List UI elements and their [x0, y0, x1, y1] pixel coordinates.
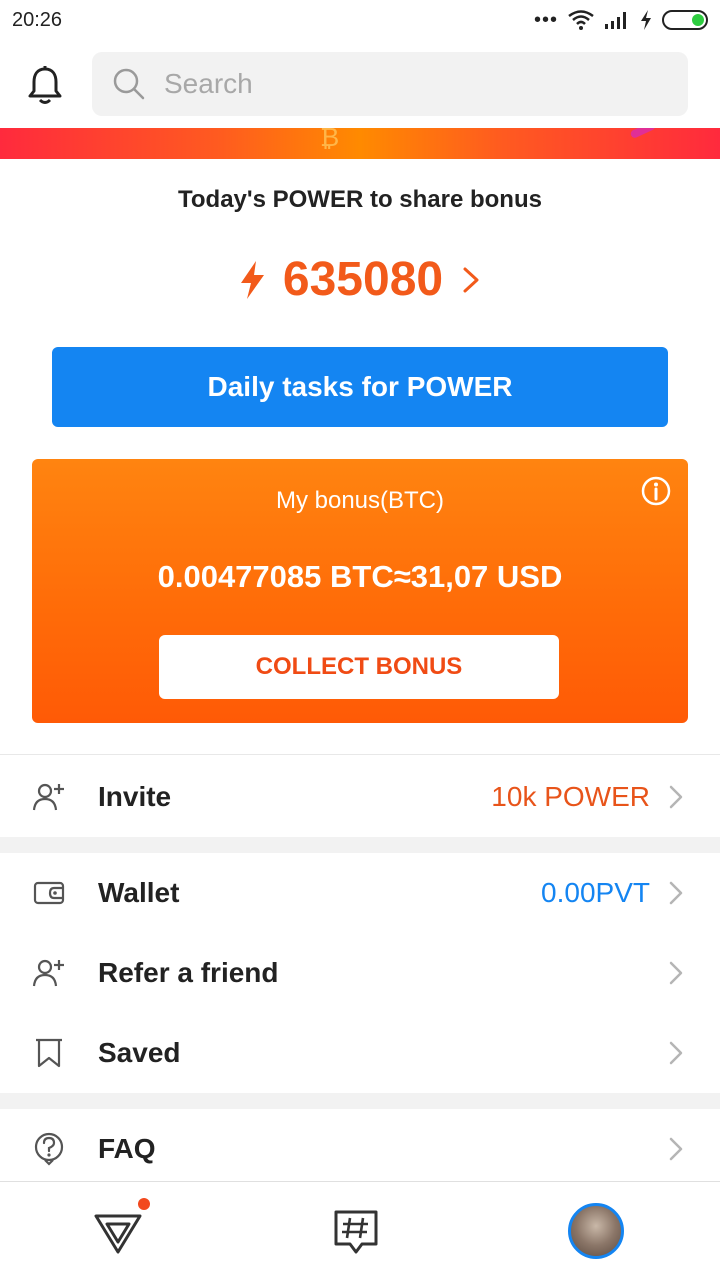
faq-label: FAQ — [98, 1133, 156, 1164]
avatar[interactable] — [568, 1203, 624, 1259]
search-placeholder: Search — [164, 68, 253, 99]
home-icon[interactable] — [90, 1204, 146, 1260]
bookmark-icon — [36, 1038, 62, 1068]
hashtag-icon[interactable] — [328, 1204, 384, 1260]
divider — [0, 754, 720, 755]
chevron-right-icon — [669, 961, 683, 985]
add-user-icon — [32, 959, 64, 987]
refer-friend-label: Refer a friend — [98, 957, 279, 988]
invite-label: Invite — [98, 781, 172, 812]
charging-icon — [641, 10, 651, 30]
help-icon — [34, 1132, 64, 1166]
search-icon — [113, 68, 145, 100]
bell-icon[interactable] — [24, 64, 66, 106]
signal-icon — [605, 12, 626, 29]
menu-item-invite[interactable]: Invite 10k POWER — [0, 757, 720, 837]
chevron-right-icon — [669, 1137, 683, 1161]
wallet-icon — [33, 881, 65, 905]
more-dots-icon: ••• — [533, 8, 558, 31]
chevron-right-icon — [463, 267, 479, 292]
power-total[interactable]: 635080 — [0, 252, 720, 307]
search-input[interactable]: Search — [92, 52, 688, 116]
bonus-label: My bonus(BTC) — [275, 487, 445, 514]
notification-dot — [138, 1198, 150, 1210]
menu-item-saved[interactable]: Saved — [0, 1013, 720, 1093]
bottom-nav — [0, 1181, 720, 1280]
chevron-right-icon — [669, 785, 683, 809]
chevron-right-icon — [669, 1041, 683, 1065]
status-icons: ••• — [534, 9, 708, 32]
bolt-icon — [240, 260, 264, 299]
menu-item-faq[interactable]: FAQ — [0, 1109, 720, 1189]
wifi-icon — [568, 10, 594, 30]
menu-item-wallet[interactable]: Wallet 0.00PVT — [0, 853, 720, 933]
bitcoin-decoration-icon: ₿ — [320, 128, 340, 152]
invite-value: 10k POWER — [491, 781, 650, 812]
collect-bonus-button[interactable]: COLLECT BONUS — [159, 635, 559, 699]
share-title: Today's POWER to share bonus — [178, 186, 542, 213]
top-header: Search — [0, 52, 720, 116]
bonus-amount: 0.00477085 BTC≈31,07 USD — [157, 559, 563, 594]
promo-banner[interactable]: ₿ — [0, 128, 720, 159]
battery-icon — [662, 10, 708, 30]
banner-decoration — [629, 128, 657, 140]
chevron-right-icon — [669, 881, 683, 905]
wallet-label: Wallet — [98, 877, 180, 908]
section-gap — [0, 1093, 720, 1109]
status-time: 20:26 — [12, 8, 63, 31]
saved-label: Saved — [98, 1037, 181, 1068]
menu-item-refer-friend[interactable]: Refer a friend — [0, 933, 720, 1013]
bonus-card: My bonus(BTC) 0.00477085 BTC≈31,07 USD C… — [32, 459, 688, 723]
wallet-value: 0.00PVT — [541, 877, 650, 908]
power-value: 635080 — [282, 253, 444, 306]
status-bar: 20:26 ••• — [0, 0, 720, 40]
daily-tasks-button[interactable]: Daily tasks for POWER — [52, 347, 668, 427]
section-gap — [0, 837, 720, 853]
add-user-icon — [32, 783, 64, 811]
